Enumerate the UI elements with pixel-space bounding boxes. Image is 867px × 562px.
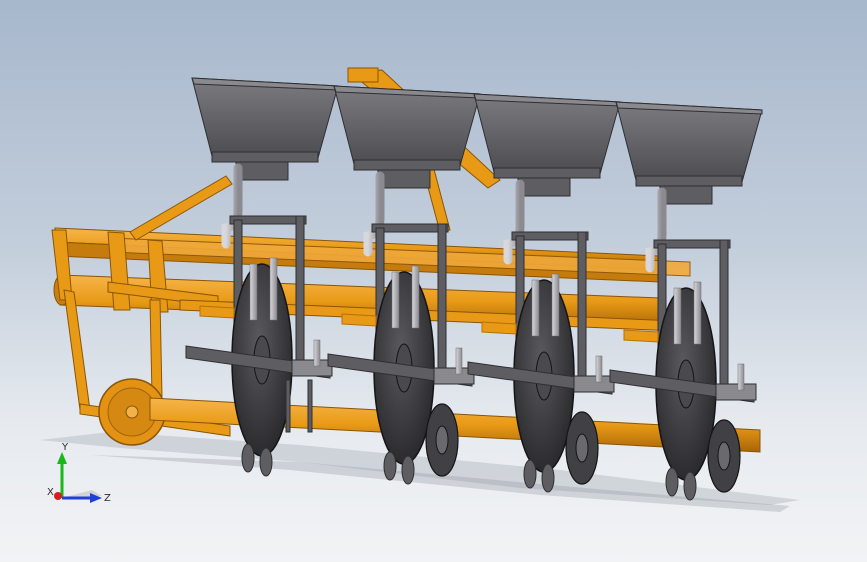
pipe xyxy=(249,263,258,321)
z-axis-label: Z xyxy=(104,493,111,504)
unit-frame-right xyxy=(295,215,305,367)
pipe xyxy=(693,281,702,345)
seed-hopper xyxy=(473,93,621,175)
meter-housing xyxy=(235,161,289,181)
meter-housing xyxy=(517,177,571,197)
hopper-base xyxy=(353,159,461,171)
clamp-block xyxy=(291,359,333,377)
pipe xyxy=(673,287,682,345)
seed-hopper xyxy=(191,77,339,159)
pipe xyxy=(551,273,560,337)
axis-triad[interactable]: Y X Z xyxy=(40,440,120,510)
press-arm xyxy=(285,379,291,433)
mount-bracket xyxy=(341,313,377,327)
furrow-shoe xyxy=(401,455,415,485)
press-arm xyxy=(307,379,313,433)
pipe xyxy=(411,265,420,329)
furrow-shoe xyxy=(665,467,679,497)
meter-housing xyxy=(377,169,431,189)
bolt xyxy=(455,347,463,375)
furrow-shoe xyxy=(241,443,255,473)
pipe xyxy=(391,271,400,329)
meter-housing xyxy=(659,185,713,205)
bolt xyxy=(737,363,745,391)
y-axis-arrowhead xyxy=(57,452,67,464)
mount-bracket xyxy=(199,305,235,319)
seed-hopper xyxy=(333,85,481,167)
furrow-shoe xyxy=(541,463,555,493)
planter-model[interactable] xyxy=(0,0,867,562)
y-axis-label: Y xyxy=(61,442,69,453)
furrow-shoe xyxy=(259,447,273,477)
unit-frame-right xyxy=(719,239,729,391)
bolt xyxy=(313,339,321,367)
mount-bracket xyxy=(623,329,659,343)
mount-bracket xyxy=(481,321,517,335)
clamp-block xyxy=(573,375,615,393)
pipe xyxy=(269,257,278,321)
x-axis-dot xyxy=(54,492,62,500)
hopper-base xyxy=(211,151,319,163)
cad-viewport[interactable]: Y X Z xyxy=(0,0,867,562)
hopper-base xyxy=(493,167,601,179)
pipe xyxy=(531,279,540,337)
hopper-base xyxy=(635,175,743,187)
unit-frame-right xyxy=(577,231,587,383)
clamp-block xyxy=(715,383,757,401)
unit-frame-right xyxy=(437,223,447,375)
seed-hopper xyxy=(615,101,763,183)
furrow-shoe xyxy=(523,459,537,489)
press-wheel-hub xyxy=(575,433,589,463)
hitch-top xyxy=(347,67,379,83)
furrow-shoe xyxy=(383,451,397,481)
furrow-shoe xyxy=(683,471,697,501)
bolt xyxy=(595,355,603,383)
press-wheel-hub xyxy=(435,425,449,455)
x-axis-label: X xyxy=(47,487,54,498)
press-wheel-hub xyxy=(717,441,731,471)
